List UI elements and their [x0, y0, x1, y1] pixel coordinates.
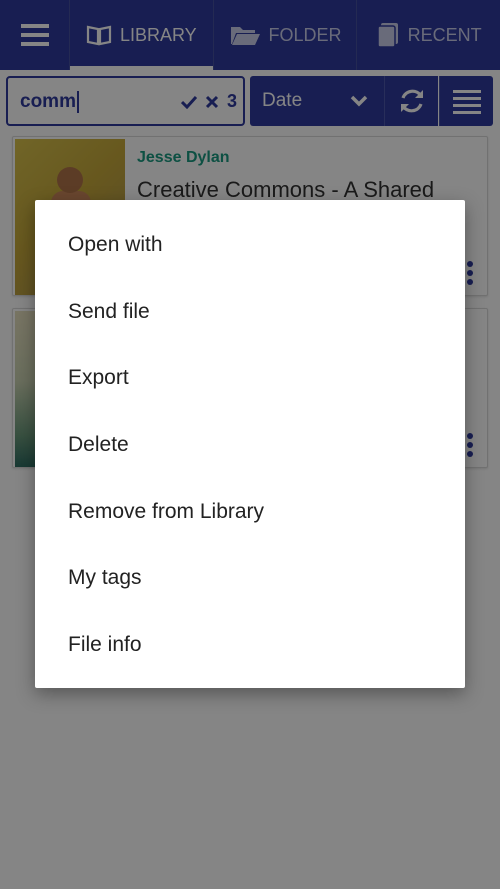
menu-item-file-info[interactable]: File info	[35, 612, 465, 679]
menu-item-delete[interactable]: Delete	[35, 412, 465, 479]
context-menu: Open with Send file Export Delete Remove…	[35, 200, 465, 688]
menu-item-open-with[interactable]: Open with	[35, 212, 465, 279]
menu-item-my-tags[interactable]: My tags	[35, 545, 465, 612]
menu-item-send-file[interactable]: Send file	[35, 279, 465, 346]
menu-item-export[interactable]: Export	[35, 345, 465, 412]
menu-item-remove-from-library[interactable]: Remove from Library	[35, 478, 465, 545]
